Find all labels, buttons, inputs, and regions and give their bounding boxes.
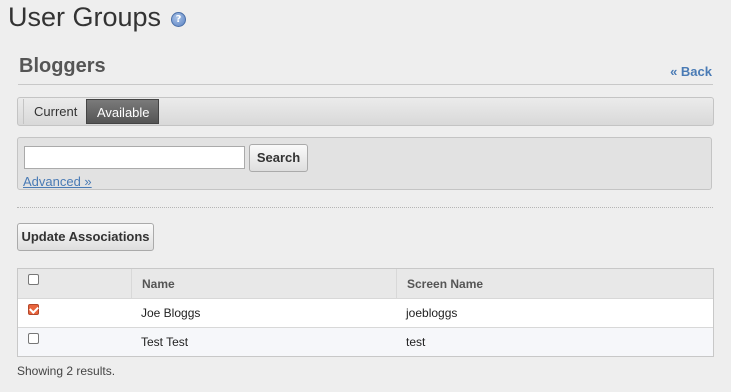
section-title: Bloggers bbox=[19, 55, 106, 77]
update-associations-button[interactable]: Update Associations bbox=[17, 223, 154, 251]
results-count: Showing 2 results. bbox=[17, 364, 116, 378]
users-table: Name Screen Name Joe Bloggs joebloggs Te… bbox=[17, 268, 714, 357]
column-header-name[interactable]: Name bbox=[131, 269, 396, 298]
section-header: Bloggers « Back bbox=[18, 52, 713, 85]
advanced-search-link[interactable]: Advanced » bbox=[23, 174, 92, 189]
help-icon[interactable]: ? bbox=[171, 12, 187, 27]
search-input[interactable] bbox=[24, 146, 245, 169]
screen-name-cell: test bbox=[406, 335, 426, 349]
divider bbox=[17, 207, 713, 208]
search-panel: Search Advanced » bbox=[17, 137, 712, 190]
tab-current[interactable]: Current bbox=[23, 99, 87, 124]
back-link[interactable]: « Back bbox=[670, 64, 712, 79]
user-name-cell: Test Test bbox=[141, 335, 189, 349]
select-all-checkbox[interactable] bbox=[28, 274, 39, 285]
table-row: Test Test test bbox=[18, 327, 713, 356]
column-header-screen-name[interactable]: Screen Name bbox=[396, 269, 713, 298]
table-header-row: Name Screen Name bbox=[18, 269, 713, 298]
tab-bar: Current Available bbox=[17, 97, 714, 126]
row-select-cell bbox=[18, 328, 131, 356]
header-select-cell bbox=[18, 269, 131, 298]
tab-available[interactable]: Available bbox=[86, 99, 159, 124]
row-checkbox[interactable] bbox=[28, 303, 39, 315]
row-checkbox[interactable] bbox=[28, 332, 39, 344]
user-name-cell: Joe Bloggs bbox=[141, 306, 201, 320]
search-button[interactable]: Search bbox=[249, 144, 308, 172]
screen-name-cell: joebloggs bbox=[406, 306, 458, 320]
page-title-text: User Groups bbox=[8, 2, 162, 32]
page-title: User Groups ? bbox=[8, 2, 187, 33]
row-select-cell bbox=[18, 299, 131, 327]
table-row: Joe Bloggs joebloggs bbox=[18, 298, 713, 327]
